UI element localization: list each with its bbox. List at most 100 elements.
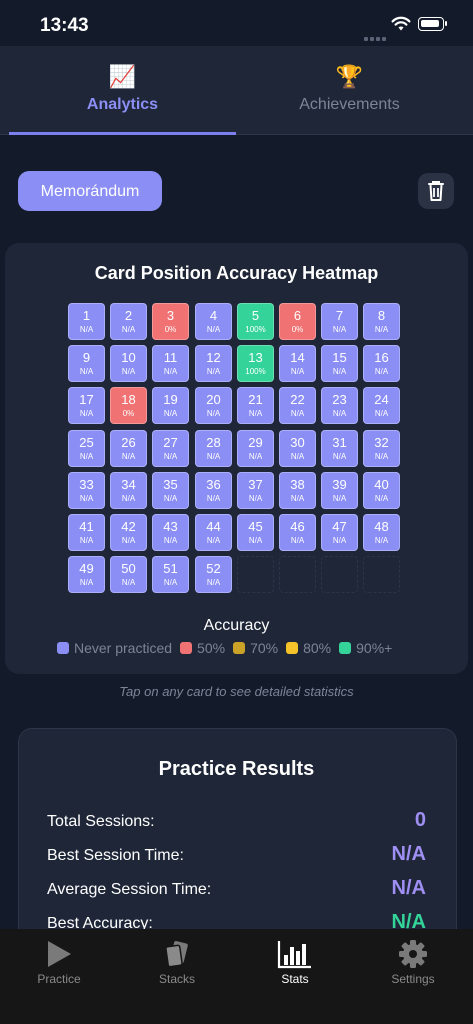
heatmap-cell[interactable]: 42 N/A: [110, 514, 147, 551]
heatmap-cell[interactable]: 31 N/A: [321, 430, 358, 467]
heatmap-cell[interactable]: 44 N/A: [195, 514, 232, 551]
heatmap-cell[interactable]: 5 100%: [237, 303, 274, 340]
card-position-number: 44: [206, 519, 221, 534]
card-accuracy-value: N/A: [163, 578, 178, 587]
heatmap-cell[interactable]: 27 N/A: [152, 430, 189, 467]
heatmap-cell[interactable]: 36 N/A: [195, 472, 232, 509]
heatmap-cell[interactable]: 38 N/A: [279, 472, 316, 509]
heatmap-cell[interactable]: 16 N/A: [363, 345, 400, 382]
heatmap-cell[interactable]: 17 N/A: [68, 387, 105, 424]
card-position-number: 31: [332, 435, 347, 450]
nav-settings[interactable]: Settings: [363, 939, 463, 986]
heatmap-cell[interactable]: 8 N/A: [363, 303, 400, 340]
card-accuracy-value: N/A: [79, 536, 94, 545]
heatmap-cell[interactable]: 14 N/A: [279, 345, 316, 382]
heatmap-cell[interactable]: 41 N/A: [68, 514, 105, 551]
card-position-number: 8: [377, 308, 386, 323]
heatmap-cell[interactable]: 40 N/A: [363, 472, 400, 509]
heatmap-cell[interactable]: 43 N/A: [152, 514, 189, 551]
heatmap-cell[interactable]: 37 N/A: [237, 472, 274, 509]
heatmap-cell[interactable]: 46 N/A: [279, 514, 316, 551]
heatmap-cell[interactable]: 26 N/A: [110, 430, 147, 467]
nav-stacks[interactable]: Stacks: [127, 939, 227, 986]
card-accuracy-value: N/A: [206, 409, 221, 418]
card-accuracy-value: N/A: [332, 409, 347, 418]
top-tab-bar: 📈 Analytics 🏆 Achievements: [0, 46, 473, 135]
heatmap-cell[interactable]: 19 N/A: [152, 387, 189, 424]
heatmap-cell[interactable]: 4 N/A: [195, 303, 232, 340]
play-icon: [48, 941, 71, 967]
heatmap-cell[interactable]: 33 N/A: [68, 472, 105, 509]
heatmap-cell[interactable]: 2 N/A: [110, 303, 147, 340]
heatmap-cell[interactable]: 34 N/A: [110, 472, 147, 509]
card-position-number: 48: [374, 519, 389, 534]
heatmap-cell[interactable]: 47 N/A: [321, 514, 358, 551]
heatmap-cell[interactable]: 35 N/A: [152, 472, 189, 509]
heatmap-cell[interactable]: 48 N/A: [363, 514, 400, 551]
card-position-number: 45: [248, 519, 263, 534]
heatmap-empty-slot: [321, 556, 358, 593]
nav-practice[interactable]: Practice: [9, 939, 109, 986]
heatmap-cell[interactable]: 18 0%: [110, 387, 147, 424]
delete-button[interactable]: [418, 173, 454, 209]
heatmap-cell[interactable]: 49 N/A: [68, 556, 105, 593]
card-accuracy-value: N/A: [332, 452, 347, 461]
card-accuracy-value: N/A: [374, 536, 389, 545]
card-position-number: 21: [248, 392, 263, 407]
heatmap-cell[interactable]: 9 N/A: [68, 345, 105, 382]
heatmap-cell[interactable]: 30 N/A: [279, 430, 316, 467]
legend-label: 50%: [197, 640, 226, 656]
heatmap-cell[interactable]: 6 0%: [279, 303, 316, 340]
tab-achievements-label: Achievements: [299, 96, 400, 113]
legend-label: 70%: [250, 640, 279, 656]
heatmap-cell[interactable]: 21 N/A: [237, 387, 274, 424]
heatmap-cell[interactable]: 13 100%: [237, 345, 274, 382]
card-position-number: 40: [374, 477, 389, 492]
heatmap-cell[interactable]: 52 N/A: [195, 556, 232, 593]
heatmap-cell[interactable]: 50 N/A: [110, 556, 147, 593]
cards-icon: [165, 941, 188, 968]
legend-item: 70%: [233, 640, 278, 656]
heatmap-cell[interactable]: 22 N/A: [279, 387, 316, 424]
heatmap-cell[interactable]: 45 N/A: [237, 514, 274, 551]
heatmap-cell[interactable]: 12 N/A: [195, 345, 232, 382]
heatmap-cell[interactable]: 29 N/A: [237, 430, 274, 467]
heatmap-cell[interactable]: 3 0%: [152, 303, 189, 340]
tab-achievements[interactable]: 🏆 Achievements: [236, 46, 463, 134]
tab-analytics[interactable]: 📈 Analytics: [9, 46, 236, 135]
card-position-number: 30: [290, 435, 305, 450]
card-position-number: 36: [206, 477, 221, 492]
heatmap-cell[interactable]: 39 N/A: [321, 472, 358, 509]
heatmap-cell[interactable]: 25 N/A: [68, 430, 105, 467]
heatmap-cell[interactable]: 23 N/A: [321, 387, 358, 424]
chart-icon: 📈: [108, 64, 137, 89]
card-accuracy-value: N/A: [79, 367, 94, 376]
status-bar: 13:43: [0, 0, 473, 48]
heatmap-cell[interactable]: 28 N/A: [195, 430, 232, 467]
heatmap-cell[interactable]: 24 N/A: [363, 387, 400, 424]
deck-selector-button[interactable]: Memorándum: [18, 171, 162, 211]
card-accuracy-value: N/A: [248, 536, 263, 545]
card-accuracy-value: N/A: [290, 409, 305, 418]
heatmap-cell[interactable]: 1 N/A: [68, 303, 105, 340]
legend-swatch: [339, 642, 352, 654]
heatmap-cell[interactable]: 11 N/A: [152, 345, 189, 382]
heatmap-cell[interactable]: 7 N/A: [321, 303, 358, 340]
card-position-number: 13: [248, 350, 263, 365]
legend-item: 90%+: [339, 640, 392, 656]
card-position-number: 17: [79, 392, 94, 407]
heatmap-cell[interactable]: 15 N/A: [321, 345, 358, 382]
card-accuracy-value: 100%: [245, 325, 266, 334]
heatmap-empty-slot: [363, 556, 400, 593]
card-accuracy-value: N/A: [121, 367, 136, 376]
card-position-number: 6: [293, 308, 302, 323]
card-accuracy-value: N/A: [374, 325, 389, 334]
heatmap-cell[interactable]: 10 N/A: [110, 345, 147, 382]
stat-value: N/A: [391, 877, 426, 899]
heatmap-cell[interactable]: 20 N/A: [195, 387, 232, 424]
heatmap-cell[interactable]: 32 N/A: [363, 430, 400, 467]
card-accuracy-value: N/A: [121, 494, 136, 503]
heatmap-cell[interactable]: 51 N/A: [152, 556, 189, 593]
accuracy-legend-title: Accuracy: [203, 617, 270, 634]
nav-stats[interactable]: Stats: [245, 939, 345, 986]
